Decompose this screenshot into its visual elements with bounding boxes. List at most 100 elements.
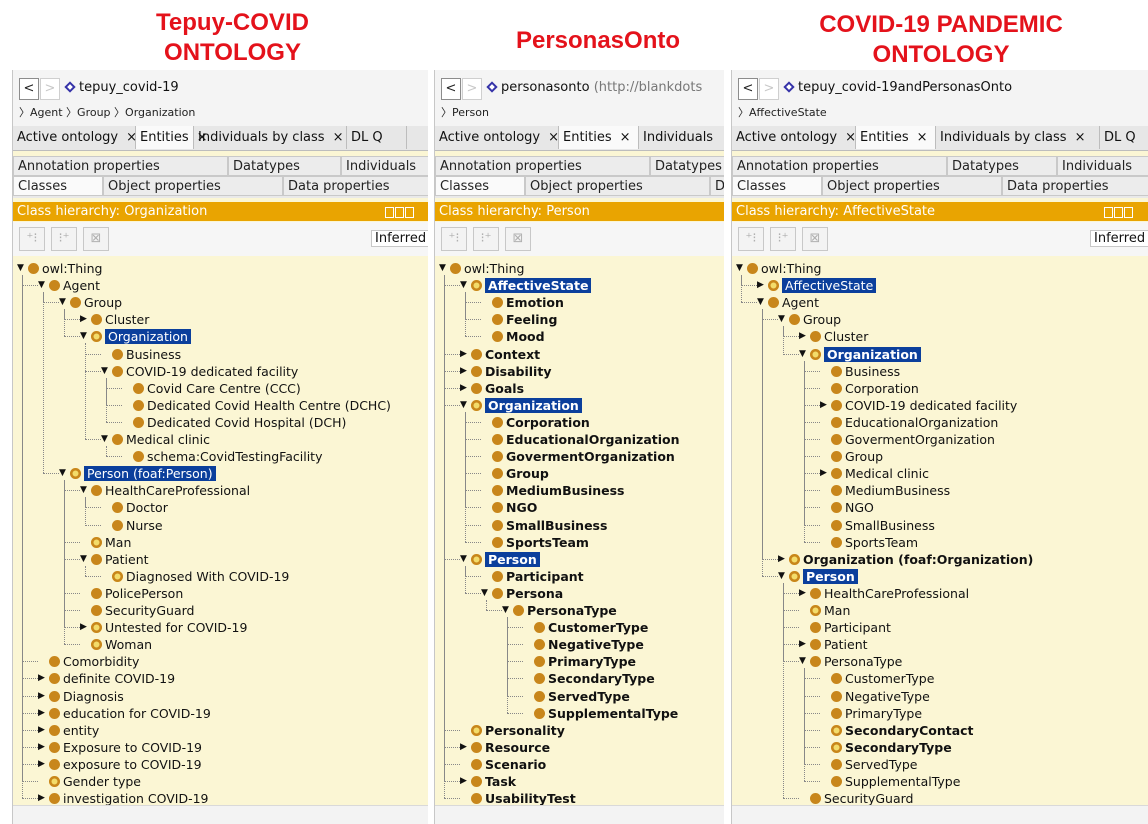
tree-node[interactable]: ServedType bbox=[523, 688, 630, 705]
tree-node[interactable]: PrimaryType bbox=[820, 705, 922, 722]
tree-node[interactable]: ▼ COVID-19 dedicated facility bbox=[101, 363, 298, 380]
tree-node[interactable]: Mood bbox=[481, 328, 545, 345]
window-control-icon[interactable] bbox=[1114, 207, 1123, 218]
tab-individuals-by-class[interactable]: Individuals by class × bbox=[936, 126, 1100, 149]
subtab-annotation-properties[interactable]: Annotation properties bbox=[732, 156, 947, 176]
tree-node[interactable]: Dedicated Covid Health Centre (DCHC) bbox=[122, 397, 391, 414]
tab-dl-q[interactable]: DL Q bbox=[347, 126, 407, 149]
tree-node[interactable]: ▼ Persona bbox=[481, 585, 563, 602]
tree-node[interactable]: SecondaryType bbox=[523, 670, 655, 687]
subtab-d[interactable]: D bbox=[710, 176, 724, 196]
tree-node[interactable]: SmallBusiness bbox=[820, 517, 935, 534]
collapsed-triangle-icon[interactable]: ▶ bbox=[38, 722, 49, 739]
collapsed-triangle-icon[interactable]: ▶ bbox=[80, 619, 91, 636]
tree-node[interactable]: CustomerType bbox=[820, 670, 934, 687]
tree-node[interactable]: Business bbox=[820, 363, 900, 380]
tab-active-ontology[interactable]: Active ontology × bbox=[13, 126, 137, 149]
breadcrumb[interactable]: 〉Agent 〉Group 〉Organization bbox=[19, 104, 195, 120]
add-sibling-icon[interactable]: ⁝⁺ bbox=[770, 227, 796, 251]
tree-node[interactable]: ▶ Task bbox=[460, 773, 516, 790]
close-tab-icon[interactable]: × bbox=[845, 130, 856, 145]
subtab-object-properties[interactable]: Object properties bbox=[525, 176, 710, 196]
collapsed-triangle-icon[interactable]: ▶ bbox=[460, 739, 471, 756]
tree-node[interactable]: ▼ PersonaType bbox=[502, 602, 617, 619]
add-subclass-icon[interactable]: ⁺⁝ bbox=[738, 227, 764, 251]
back-button[interactable]: < bbox=[19, 78, 39, 100]
tree-node[interactable]: Man bbox=[799, 602, 850, 619]
close-tab-icon[interactable]: × bbox=[333, 130, 344, 145]
forward-button[interactable]: > bbox=[759, 78, 779, 100]
tree-node[interactable]: ▼ Agent bbox=[757, 294, 819, 311]
inferred-selector[interactable]: Inferred bbox=[1090, 230, 1148, 247]
close-tab-icon[interactable]: × bbox=[620, 130, 631, 145]
tree-node[interactable]: PolicePerson bbox=[80, 585, 183, 602]
tree-node[interactable]: ▶ Organization (foaf:Organization) bbox=[778, 551, 1033, 568]
tree-node[interactable]: SupplementalType bbox=[820, 773, 960, 790]
tree-node[interactable]: Participant bbox=[799, 619, 891, 636]
tree-node[interactable]: ▼ Person (foaf:Person) bbox=[59, 465, 216, 482]
subtab-classes[interactable]: Classes bbox=[732, 176, 822, 196]
collapsed-triangle-icon[interactable]: ▶ bbox=[799, 636, 810, 653]
tree-node[interactable]: SmallBusiness bbox=[481, 517, 607, 534]
tree-node[interactable]: ▶ COVID-19 dedicated facility bbox=[820, 397, 1017, 414]
tab-active-ontology[interactable]: Active ontology × bbox=[732, 126, 856, 149]
tab-entities[interactable]: Entities × bbox=[136, 126, 208, 149]
collapsed-triangle-icon[interactable]: ▶ bbox=[460, 380, 471, 397]
subtab-classes[interactable]: Classes bbox=[13, 176, 103, 196]
tab-entities[interactable]: Entities × bbox=[559, 126, 639, 149]
collapsed-triangle-icon[interactable]: ▶ bbox=[460, 363, 471, 380]
tree-node[interactable]: Woman bbox=[80, 636, 152, 653]
tree-node[interactable]: ▼ Person bbox=[778, 568, 858, 585]
collapsed-triangle-icon[interactable]: ▶ bbox=[460, 773, 471, 790]
tree-node[interactable]: ▼ Agent bbox=[38, 277, 100, 294]
tree-node[interactable]: ▼ Medical clinic bbox=[101, 431, 210, 448]
tree-node[interactable]: Feeling bbox=[481, 311, 557, 328]
add-subclass-icon[interactable]: ⁺⁝ bbox=[19, 227, 45, 251]
tree-node[interactable]: CustomerType bbox=[523, 619, 648, 636]
tree-node[interactable]: ▼ owl:Thing bbox=[439, 260, 524, 277]
tree-node[interactable]: SportsTeam bbox=[481, 534, 589, 551]
delete-class-icon[interactable]: ⊠ bbox=[505, 227, 531, 251]
tree-node[interactable]: EducationalOrganization bbox=[481, 431, 680, 448]
tree-node[interactable]: ▼ Person bbox=[460, 551, 540, 568]
tree-node[interactable]: ▶ Cluster bbox=[80, 311, 149, 328]
tree-node[interactable]: Participant bbox=[481, 568, 584, 585]
tree-node[interactable]: ▶ education for COVID-19 bbox=[38, 705, 211, 722]
tree-node[interactable]: Corporation bbox=[820, 380, 919, 397]
subtab-individuals[interactable]: Individuals bbox=[1057, 156, 1148, 176]
tree-node[interactable]: SupplementalType bbox=[523, 705, 678, 722]
tree-node[interactable]: SecurityGuard bbox=[80, 602, 194, 619]
collapsed-triangle-icon[interactable]: ▶ bbox=[799, 585, 810, 602]
tab-active-ontology[interactable]: Active ontology × bbox=[435, 126, 559, 149]
tree-node[interactable]: Group bbox=[481, 465, 549, 482]
tree-node[interactable]: Doctor bbox=[101, 499, 168, 516]
tree-node[interactable]: schema:CovidTestingFacility bbox=[122, 448, 322, 465]
collapsed-triangle-icon[interactable]: ▶ bbox=[820, 397, 831, 414]
tree-node[interactable]: ▼ PersonaType bbox=[799, 653, 902, 670]
forward-button[interactable]: > bbox=[40, 78, 60, 100]
collapsed-triangle-icon[interactable]: ▶ bbox=[38, 739, 49, 756]
forward-button[interactable]: > bbox=[462, 78, 482, 100]
window-control-icon[interactable] bbox=[1104, 207, 1113, 218]
tree-node[interactable]: ▶ Untested for COVID-19 bbox=[80, 619, 247, 636]
tree-node[interactable]: ServedType bbox=[820, 756, 918, 773]
collapsed-triangle-icon[interactable]: ▶ bbox=[820, 465, 831, 482]
subtab-annotation-properties[interactable]: Annotation properties bbox=[435, 156, 650, 176]
subtab-datatypes[interactable]: Datatypes bbox=[228, 156, 341, 176]
collapsed-triangle-icon[interactable]: ▶ bbox=[38, 670, 49, 687]
tree-node[interactable]: GovermentOrganization bbox=[481, 448, 675, 465]
tree-node[interactable]: Diagnosed With COVID-19 bbox=[101, 568, 289, 585]
tree-node[interactable]: NGO bbox=[481, 499, 537, 516]
collapsed-triangle-icon[interactable]: ▶ bbox=[799, 328, 810, 345]
tree-node[interactable]: Gender type bbox=[38, 773, 141, 790]
subtab-classes[interactable]: Classes bbox=[435, 176, 525, 196]
tree-node[interactable]: ▶ Exposure to COVID-19 bbox=[38, 739, 202, 756]
tree-node[interactable]: ▶ Disability bbox=[460, 363, 551, 380]
tree-node[interactable]: ▼ Group bbox=[778, 311, 841, 328]
ontology-name[interactable]: personasonto (http://blankdots bbox=[501, 80, 702, 95]
inferred-selector[interactable]: Inferred bbox=[371, 230, 428, 247]
tab-dl-q[interactable]: DL Q bbox=[1100, 126, 1148, 149]
delete-class-icon[interactable]: ⊠ bbox=[802, 227, 828, 251]
collapsed-triangle-icon[interactable]: ▶ bbox=[38, 756, 49, 773]
back-button[interactable]: < bbox=[441, 78, 461, 100]
